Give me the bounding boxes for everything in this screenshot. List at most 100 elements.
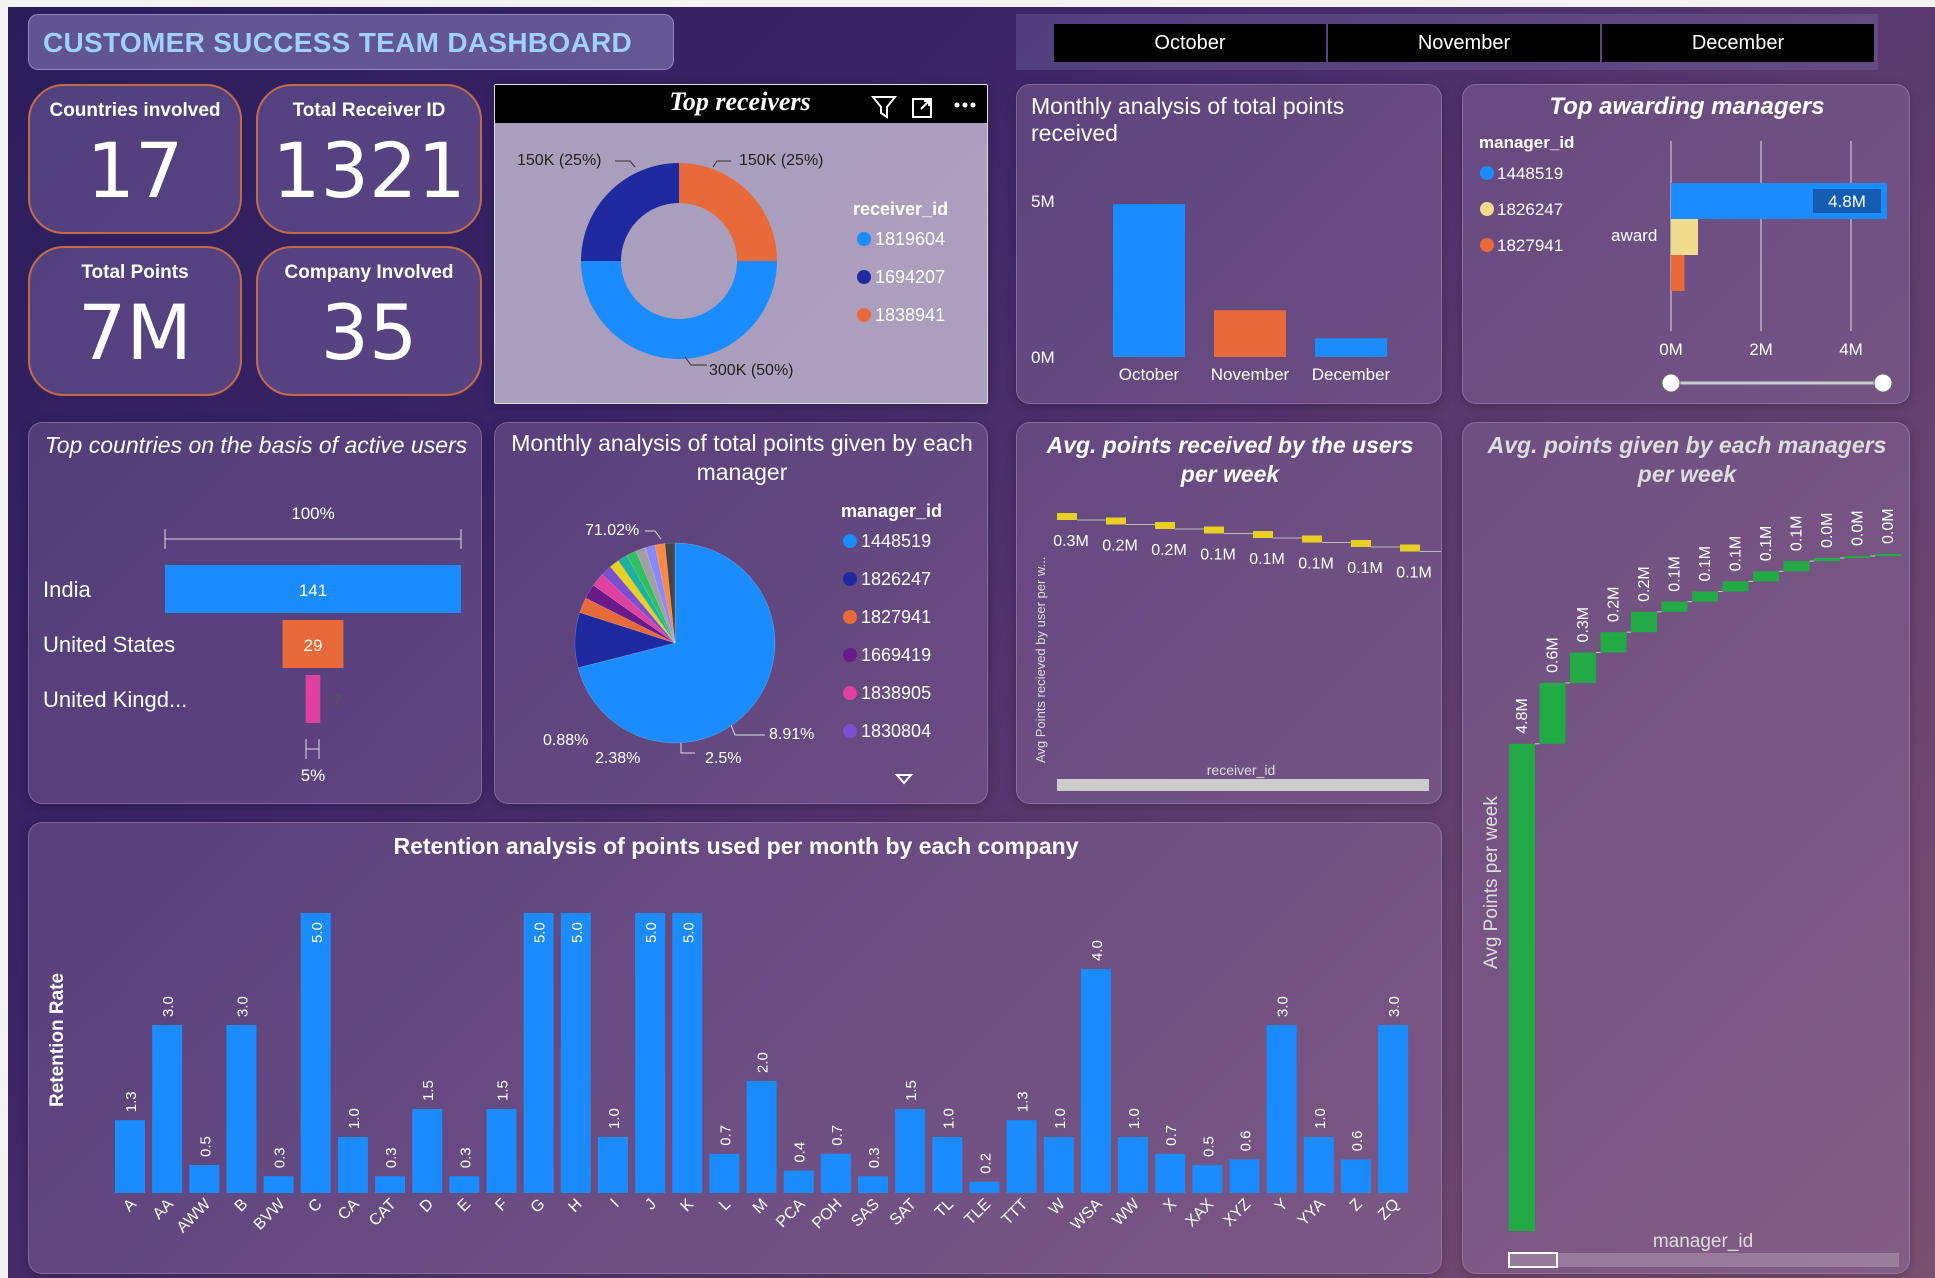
slice-label: 150K (25%) — [517, 152, 602, 169]
donut-slice[interactable] — [679, 163, 777, 261]
waterfall-bar[interactable] — [1844, 556, 1871, 559]
data-label: 5.0 — [643, 922, 660, 943]
funnel-top-label: 100% — [291, 504, 334, 523]
legend-scroll-down-icon[interactable] — [894, 774, 914, 785]
waterfall-bar[interactable] — [1400, 544, 1420, 552]
bar[interactable] — [375, 1176, 406, 1193]
x-tick-label: X — [1160, 1196, 1180, 1216]
bar[interactable] — [263, 1176, 294, 1193]
bar[interactable] — [746, 1081, 777, 1193]
waterfall-bar[interactable] — [1509, 743, 1535, 1231]
bar[interactable] — [1118, 1137, 1149, 1193]
bar[interactable] — [523, 913, 554, 1193]
range-slider-max-handle[interactable] — [1873, 373, 1893, 393]
data-label: 141 — [299, 581, 327, 600]
waterfall-bar[interactable] — [1570, 652, 1596, 683]
legend-label: 1838941 — [875, 305, 945, 325]
x-tick-label: G — [528, 1196, 549, 1217]
bar[interactable] — [932, 1137, 963, 1193]
manager-pie-panel[interactable]: Monthly analysis of total points given b… — [494, 422, 988, 804]
data-label: 0.1M — [1728, 536, 1745, 572]
funnel-bar[interactable] — [305, 675, 321, 723]
bar[interactable] — [412, 1109, 443, 1193]
slicer-november[interactable]: November — [1328, 24, 1600, 62]
bar[interactable] — [486, 1109, 517, 1193]
bar[interactable] — [1303, 1137, 1334, 1193]
waterfall-bar[interactable] — [1539, 682, 1566, 744]
waterfall-bar[interactable] — [1753, 571, 1779, 582]
bar[interactable] — [560, 913, 591, 1193]
bar[interactable] — [300, 913, 331, 1193]
waterfall-bar[interactable] — [1692, 591, 1718, 602]
donut-slice[interactable] — [581, 163, 679, 261]
bar[interactable] — [1671, 255, 1685, 291]
waterfall-bar[interactable] — [1814, 558, 1840, 562]
y-axis-label: Retention Rate — [47, 973, 68, 1107]
waterfall-bar[interactable] — [1875, 554, 1901, 557]
bar[interactable] — [895, 1109, 926, 1193]
waterfall-bar[interactable] — [1057, 513, 1077, 520]
avg-given-panel[interactable]: Avg. points given by each managers per w… — [1462, 422, 1910, 1274]
filter-icon[interactable] — [870, 96, 898, 119]
top-receivers-panel[interactable]: Top receivers 150K (25%) 150K (25%) 300K… — [494, 84, 988, 404]
bar[interactable] — [449, 1176, 480, 1193]
y-tick-label: 5M — [1031, 192, 1055, 211]
bar[interactable] — [635, 913, 666, 1193]
bar[interactable] — [820, 1153, 851, 1193]
waterfall-bar[interactable] — [1155, 522, 1175, 529]
waterfall-bar[interactable] — [1204, 526, 1224, 534]
horizontal-scrollbar[interactable] — [1057, 779, 1429, 791]
bar[interactable] — [783, 1170, 814, 1193]
bar[interactable] — [858, 1176, 888, 1193]
more-options-icon[interactable] — [954, 102, 976, 108]
bar[interactable] — [672, 913, 703, 1193]
bar[interactable] — [969, 1181, 1000, 1193]
bar[interactable] — [189, 1165, 220, 1193]
bar[interactable] — [1229, 1159, 1260, 1193]
countries-panel[interactable]: Top countries on the basis of active use… — [28, 422, 482, 804]
bar[interactable] — [1340, 1159, 1371, 1193]
bar[interactable] — [709, 1153, 740, 1193]
slicer-october[interactable]: October — [1054, 24, 1326, 62]
bar[interactable] — [226, 1025, 257, 1193]
waterfall-bar[interactable] — [1631, 611, 1657, 633]
slicer-december[interactable]: December — [1602, 24, 1874, 62]
data-label: 0.1M — [1758, 526, 1775, 562]
horizontal-scrollbar[interactable] — [1509, 1253, 1899, 1267]
bar[interactable] — [1006, 1120, 1037, 1193]
avg-received-panel[interactable]: Avg. points received by the users per we… — [1016, 422, 1442, 804]
data-label: 0.1M — [1697, 546, 1714, 582]
waterfall-bar[interactable] — [1600, 632, 1627, 653]
waterfall-bar[interactable] — [1302, 535, 1322, 543]
bar[interactable] — [1080, 969, 1111, 1193]
bar[interactable] — [597, 1137, 628, 1193]
range-slider-min-handle[interactable] — [1661, 373, 1681, 393]
retention-panel[interactable]: Retention analysis of points used per mo… — [28, 822, 1442, 1274]
x-tick-label: AA — [150, 1196, 177, 1223]
focus-mode-icon[interactable] — [912, 98, 932, 118]
bar[interactable] — [1378, 1025, 1409, 1193]
waterfall-bar[interactable] — [1351, 540, 1371, 547]
waterfall-bar[interactable] — [1722, 581, 1749, 592]
donut-slice[interactable] — [581, 261, 777, 359]
bar[interactable] — [1113, 204, 1185, 357]
bar[interactable] — [337, 1137, 368, 1193]
waterfall-bar[interactable] — [1253, 531, 1273, 538]
bar[interactable] — [1155, 1153, 1186, 1193]
bar[interactable] — [152, 1025, 183, 1193]
bar[interactable] — [1266, 1025, 1297, 1193]
bar[interactable] — [1043, 1137, 1074, 1193]
monthly-received-panel[interactable]: Monthly analysis of total points receive… — [1016, 84, 1442, 404]
waterfall-bar[interactable] — [1661, 601, 1688, 612]
waterfall-bar[interactable] — [1783, 561, 1810, 572]
waterfall-bar[interactable] — [1106, 517, 1126, 525]
bar[interactable] — [115, 1120, 145, 1193]
x-tick-label: XAX — [1183, 1196, 1218, 1231]
bar[interactable] — [1192, 1165, 1223, 1193]
manager-pie-svg: 71.02% 8.91% 2.5% 2.38% 0.88% manager_id… — [543, 501, 942, 785]
bar[interactable] — [1315, 338, 1387, 357]
data-label: 5.0 — [680, 922, 697, 943]
bar[interactable] — [1671, 219, 1698, 255]
top-managers-panel[interactable]: Top awarding managers manager_id 1448519… — [1462, 84, 1910, 404]
bar[interactable] — [1214, 310, 1286, 357]
